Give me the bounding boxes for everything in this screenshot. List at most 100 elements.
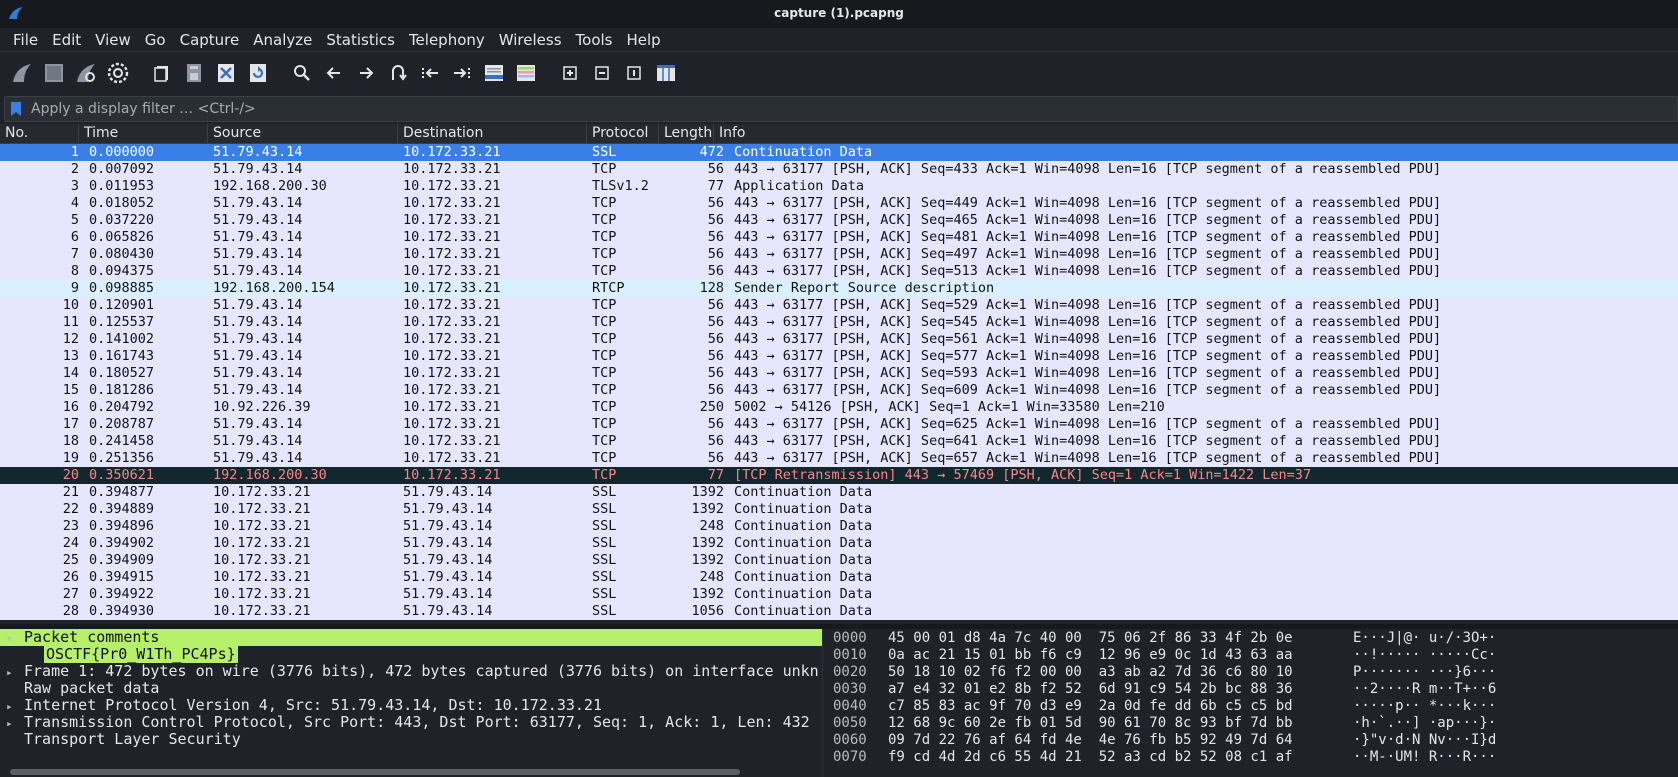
packet-row[interactable]: 13 0.161743 51.79.43.14 10.172.33.21 TCP 56 44…	[0, 348, 1678, 365]
menu-analyze[interactable]: Analyze	[246, 31, 319, 49]
packet-row[interactable]: 8 0.094375 51.79.43.14 10.172.33.21 TCP 56 443…	[0, 263, 1678, 280]
bytes-ascii[interactable]: ··!····· ·····Cc·	[1353, 647, 1496, 664]
details-tree-item[interactable]: ▸ Transmission Control Protocol, Src Port…	[0, 714, 822, 731]
bytes-ascii[interactable]: ··M-·UM! R···R···	[1353, 749, 1496, 766]
bytes-offset[interactable]: 0050	[830, 715, 888, 732]
packet-row[interactable]: 9 0.098885 192.168.200.154 10.172.33.21 RTCP…	[0, 280, 1678, 297]
details-horizontal-scrollbar[interactable]	[10, 769, 740, 775]
bytes-hex[interactable]: 09 7d 22 76 af 64 fd 4e 4e 76 fb b5 92 4…	[888, 732, 1353, 749]
packet-row[interactable]: 23 0.394896 10.172.33.21 51.79.43.14 SSL 248 C…	[0, 518, 1678, 535]
packet-row[interactable]: 10 0.120901 51.79.43.14 10.172.33.21 TCP 56 44…	[0, 297, 1678, 314]
packet-row[interactable]: 21 0.394877 10.172.33.21 51.79.43.14 SSL 1392…	[0, 484, 1678, 501]
packet-row[interactable]: 18 0.241458 51.79.43.14 10.172.33.21 TCP 56 44…	[0, 433, 1678, 450]
autoscroll-button[interactable]	[480, 59, 508, 87]
packet-row[interactable]: 11 0.125537 51.79.43.14 10.172.33.21 TCP 56 44…	[0, 314, 1678, 331]
menu-edit[interactable]: Edit	[45, 31, 88, 49]
bytes-hex[interactable]: c7 85 83 ac 9f 70 d3 e9 2a 0d fe dd 6b c…	[888, 698, 1353, 715]
bytes-offset[interactable]: 0070	[830, 749, 888, 766]
packet-row[interactable]: 20 0.350621 192.168.200.30 10.172.33.21 TCP 7…	[0, 467, 1678, 484]
zoom-in-button[interactable]	[556, 59, 584, 87]
packet-row[interactable]: 17 0.208787 51.79.43.14 10.172.33.21 TCP 56 44…	[0, 416, 1678, 433]
menu-file[interactable]: File	[6, 31, 45, 49]
bytes-ascii[interactable]: ··2····R m··T+··6	[1353, 681, 1496, 698]
packet-row[interactable]: 16 0.204792 10.92.226.39 10.172.33.21 TCP 250…	[0, 399, 1678, 416]
packet-row[interactable]: 24 0.394902 10.172.33.21 51.79.43.14 SSL 1392…	[0, 535, 1678, 552]
menu-go[interactable]: Go	[138, 31, 173, 49]
find-packet-button[interactable]	[288, 59, 316, 87]
close-file-button[interactable]	[212, 59, 240, 87]
bytes-ascii[interactable]: P······· ···}6···	[1353, 664, 1496, 681]
go-forward-button[interactable]	[352, 59, 380, 87]
collapsed-arrow-icon[interactable]: ▸	[6, 715, 24, 732]
save-file-button[interactable]	[180, 59, 208, 87]
packet-row[interactable]: 6 0.065826 51.79.43.14 10.172.33.21 TCP 56 443…	[0, 229, 1678, 246]
resize-columns-button[interactable]	[652, 59, 680, 87]
packet-row[interactable]: 27 0.394922 10.172.33.21 51.79.43.14 SSL 1392…	[0, 586, 1678, 603]
packet-row[interactable]: 22 0.394889 10.172.33.21 51.79.43.14 SSL 1392…	[0, 501, 1678, 518]
details-tree-item[interactable]: Raw packet data	[0, 680, 822, 697]
menu-help[interactable]: Help	[619, 31, 667, 49]
bytes-offset[interactable]: 0030	[830, 681, 888, 698]
reload-file-button[interactable]	[244, 59, 272, 87]
collapsed-arrow-icon[interactable]: ▸	[6, 664, 24, 681]
bytes-hex[interactable]: f9 cd 4d 2d c6 55 4d 21 52 a3 cd b2 52 0…	[888, 749, 1353, 766]
bytes-ascii[interactable]: ·····p·· *···k···	[1353, 698, 1496, 715]
details-tree-item[interactable]: Transport Layer Security	[0, 731, 822, 748]
bytes-ascii[interactable]: ·}"v·d·N Nv···I}d	[1353, 732, 1496, 749]
bytes-offset[interactable]: 0060	[830, 732, 888, 749]
bytes-hex[interactable]: 12 68 9c 60 2e fb 01 5d 90 61 70 8c 93 b…	[888, 715, 1353, 732]
bytes-hex[interactable]: 50 18 10 02 f6 f2 00 00 a3 ab a2 7d 36 c…	[888, 664, 1353, 681]
last-packet-button[interactable]	[448, 59, 476, 87]
bytes-hex[interactable]: 0a ac 21 15 01 bb f6 c9 12 96 e9 0c 1d 4…	[888, 647, 1353, 664]
menu-statistics[interactable]: Statistics	[319, 31, 402, 49]
bytes-ascii[interactable]: E···J|@· u·/·3O+·	[1353, 630, 1496, 647]
goto-packet-button[interactable]	[384, 59, 412, 87]
packet-row[interactable]: 5 0.037220 51.79.43.14 10.172.33.21 TCP 56 443…	[0, 212, 1678, 229]
bytes-offset[interactable]: 0020	[830, 664, 888, 681]
packet-row[interactable]: 14 0.180527 51.79.43.14 10.172.33.21 TCP 56 44…	[0, 365, 1678, 382]
normal-size-button[interactable]	[620, 59, 648, 87]
expanded-arrow-icon[interactable]: ▾	[6, 630, 24, 647]
column-header-source[interactable]: Source	[208, 124, 398, 143]
bytes-offset[interactable]: 0040	[830, 698, 888, 715]
restart-capture-button[interactable]	[72, 59, 100, 87]
bytes-offset[interactable]: 0000	[830, 630, 888, 647]
bytes-hex[interactable]: 45 00 01 d8 4a 7c 40 00 75 06 2f 86 33 4…	[888, 630, 1353, 647]
bookmark-icon[interactable]	[9, 101, 23, 117]
bytes-ascii[interactable]: ·h·`.··] ·ap···}·	[1353, 715, 1496, 732]
packet-row[interactable]: 4 0.018052 51.79.43.14 10.172.33.21 TCP 56 443…	[0, 195, 1678, 212]
menu-view[interactable]: View	[88, 31, 138, 49]
column-header-info[interactable]: Info	[714, 124, 1678, 143]
packet-row[interactable]: 12 0.141002 51.79.43.14 10.172.33.21 TCP 56 44…	[0, 331, 1678, 348]
menu-telephony[interactable]: Telephony	[402, 31, 492, 49]
menu-wireless[interactable]: Wireless	[492, 31, 569, 49]
pane-splitter-vertical[interactable]	[822, 629, 830, 777]
column-header-no[interactable]: No.	[0, 124, 79, 143]
column-header-destination[interactable]: Destination	[398, 124, 587, 143]
column-header-time[interactable]: Time	[79, 124, 208, 143]
column-header-length[interactable]: Length	[659, 124, 714, 143]
packet-row[interactable]: 2 0.007092 51.79.43.14 10.172.33.21 TCP 56 443…	[0, 161, 1678, 178]
details-tree-item[interactable]: ▸ Frame 1: 472 bytes on wire (3776 bits),…	[0, 663, 822, 680]
packet-row[interactable]: 7 0.080430 51.79.43.14 10.172.33.21 TCP 56 443…	[0, 246, 1678, 263]
packet-row[interactable]: 19 0.251356 51.79.43.14 10.172.33.21 TCP 56 44…	[0, 450, 1678, 467]
packet-row[interactable]: 15 0.181286 51.79.43.14 10.172.33.21 TCP 56 44…	[0, 382, 1678, 399]
display-filter-input[interactable]	[27, 98, 1677, 120]
details-tree-item[interactable]: ▸ Internet Protocol Version 4, Src: 51.79…	[0, 697, 822, 714]
packet-row[interactable]: 26 0.394915 10.172.33.21 51.79.43.14 SSL 248 C…	[0, 569, 1678, 586]
menu-capture[interactable]: Capture	[173, 31, 247, 49]
collapsed-arrow-icon[interactable]: ▸	[6, 698, 24, 715]
capture-options-button[interactable]	[104, 59, 132, 87]
first-packet-button[interactable]	[416, 59, 444, 87]
details-tree-item[interactable]: ▾ Packet comments	[0, 629, 822, 646]
packet-row[interactable]: 25 0.394909 10.172.33.21 51.79.43.14 SSL 1392…	[0, 552, 1678, 569]
packet-row[interactable]: 28 0.394930 10.172.33.21 51.79.43.14 SSL 1056…	[0, 603, 1678, 620]
colorize-button[interactable]	[512, 59, 540, 87]
packet-row[interactable]: 1 0.000000 51.79.43.14 10.172.33.21 SSL 472 Co…	[0, 144, 1678, 161]
menu-tools[interactable]: Tools	[569, 31, 620, 49]
packet-row[interactable]: 3 0.011953 192.168.200.30 10.172.33.21 TLSv1…	[0, 178, 1678, 195]
start-capture-button[interactable]	[8, 59, 36, 87]
stop-capture-button[interactable]	[40, 59, 68, 87]
zoom-out-button[interactable]	[588, 59, 616, 87]
column-header-protocol[interactable]: Protocol	[587, 124, 659, 143]
